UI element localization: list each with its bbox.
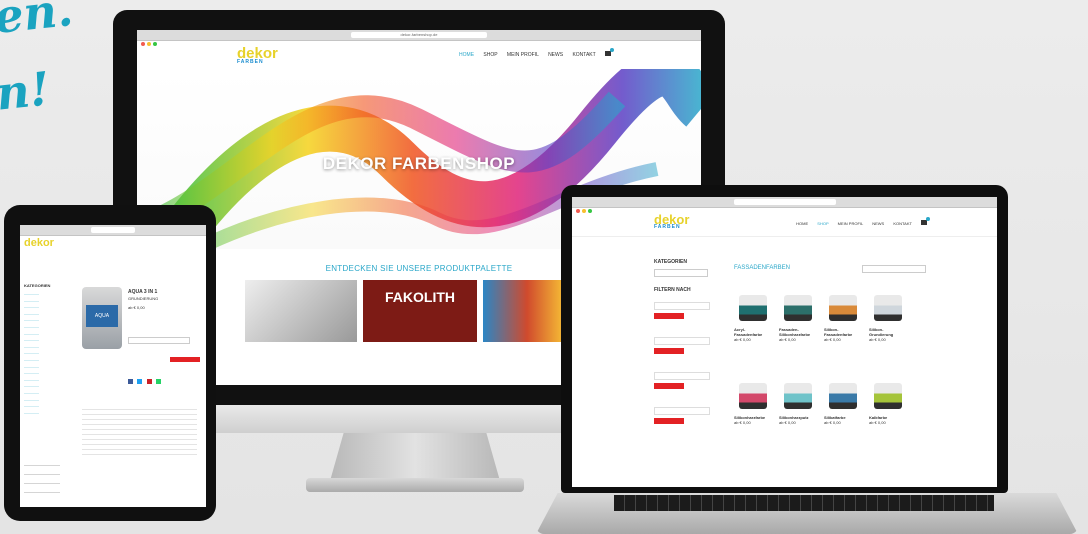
product-price: ab € 0,00 (128, 305, 145, 310)
add-to-cart-button[interactable] (170, 357, 200, 362)
product-price: ab € 0,00 (779, 420, 796, 425)
filter-input-1[interactable] (654, 302, 710, 310)
main-nav: HOME SHOP MEIN PROFIL NEWS KONTAKT (451, 48, 614, 58)
site-logo[interactable]: dekor FARBEN (654, 212, 689, 230)
site-logo[interactable]: dekor FARBEN (237, 45, 278, 65)
decorative-script-line-1: en. (0, 0, 76, 44)
product-card[interactable]: Silikonharzfarbe ab € 0,00 (734, 383, 772, 453)
product-price: ab € 0,00 (779, 337, 796, 342)
sort-select[interactable] (862, 265, 926, 273)
cart-icon[interactable] (921, 217, 930, 225)
product-price: ab € 0,00 (869, 337, 886, 342)
page-title: FASSADENFARBEN (734, 265, 791, 271)
filter-input-4[interactable] (654, 407, 710, 415)
variant-select[interactable] (128, 337, 190, 344)
category-tile-fakolith[interactable]: FAKOLITH (363, 280, 477, 342)
product-image (829, 295, 857, 321)
product-price: ab € 0,00 (824, 337, 841, 342)
browser-toolbar (572, 197, 997, 213)
product-card[interactable]: Kalkfarbe ab € 0,00 (869, 383, 907, 453)
filter-button-2[interactable] (654, 348, 684, 354)
product-image (829, 383, 857, 409)
laptop-lid: dekor FARBEN HOME SHOP MEIN PROFIL NEWS K… (561, 185, 1008, 493)
product-name: Silikon-Grundierung (869, 327, 894, 337)
twitter-icon[interactable] (137, 379, 143, 384)
cart-icon[interactable] (605, 48, 614, 56)
share-icons (128, 371, 162, 389)
monitor-stand (330, 433, 500, 481)
product-price: ab € 0,00 (869, 420, 886, 425)
product-card[interactable]: Silikatfarbe ab € 0,00 (824, 383, 862, 453)
product-card[interactable]: Acryl-Fassadenfarbe ab € 0,00 (734, 295, 772, 365)
nav-profile[interactable]: MEIN PROFIL (838, 221, 863, 226)
category-list[interactable]: ――――― ――――― ――――― ――――― ――――― ――――― ――――― ―――――… (24, 291, 62, 416)
nav-profile[interactable]: MEIN PROFIL (507, 52, 539, 58)
product-description (82, 405, 197, 455)
product-image: AQUA (82, 287, 122, 349)
categories-heading: KATEGORIEN (24, 283, 51, 288)
product-price: ab € 0,00 (734, 337, 751, 342)
laptop-keyboard (614, 495, 994, 511)
product-image (874, 295, 902, 321)
product-image (739, 383, 767, 409)
product-card[interactable]: Silikonharzputz ab € 0,00 (779, 383, 817, 453)
browser-toolbar: dekor-farbenshop.de (137, 30, 701, 46)
nav-home[interactable]: HOME (796, 221, 808, 226)
browser-toolbar (20, 225, 206, 236)
tablet-screen: dekor KATEGORIEN ――――― ――――― ――――― ――――― ―――… (20, 225, 206, 507)
product-price: ab € 0,00 (824, 420, 841, 425)
product-card[interactable]: Fassaden-Silikonharzfarbe ab € 0,00 (779, 295, 817, 365)
product-subtitle: GRUNDIERUNG (128, 296, 159, 301)
address-bar[interactable] (90, 227, 136, 233)
related-products (24, 457, 60, 497)
address-bar[interactable] (733, 199, 836, 205)
nav-home[interactable]: HOME (459, 52, 474, 58)
product-card[interactable]: Silikon-Grundierung ab € 0,00 (869, 295, 907, 365)
nav-news[interactable]: NEWS (548, 52, 563, 58)
address-bar[interactable]: dekor-farbenshop.de (351, 32, 487, 38)
category-tile-brushes[interactable] (245, 280, 357, 342)
filter-button-3[interactable] (654, 383, 684, 389)
main-nav: HOME SHOP MEIN PROFIL NEWS KONTAKT (788, 217, 930, 226)
site-header: dekor FARBEN HOME SHOP MEIN PROFIL NEWS K… (137, 41, 701, 70)
product-image (874, 383, 902, 409)
nav-contact[interactable]: KONTAKT (572, 52, 595, 58)
category-select[interactable] (654, 269, 708, 277)
site-logo[interactable]: dekor (24, 237, 54, 249)
nav-shop[interactable]: SHOP (483, 52, 497, 58)
product-title: AQUA 3 IN 1 (128, 289, 158, 295)
hero-title: DEKOR FARBENSHOP (322, 154, 516, 173)
categories-heading: KATEGORIEN (654, 259, 687, 265)
logo-text: dekor (24, 237, 54, 249)
product-image (784, 295, 812, 321)
product-price: ab € 0,00 (734, 420, 751, 425)
filter-button-4[interactable] (654, 418, 684, 424)
product-image (739, 295, 767, 321)
monitor-base (306, 478, 524, 492)
product-name: Fassaden-Silikonharzfarbe (779, 327, 811, 337)
nav-shop[interactable]: SHOP (817, 221, 828, 226)
decorative-script-line-2: n! (0, 61, 53, 121)
site-header: dekor FARBEN HOME SHOP MEIN PROFIL NEWS K… (572, 208, 997, 237)
filter-heading: FILTERN NACH (654, 287, 691, 293)
product-name: Acryl-Fassadenfarbe (734, 327, 763, 337)
laptop-screen: dekor FARBEN HOME SHOP MEIN PROFIL NEWS K… (572, 197, 997, 487)
product-name: Silikon-Fassadenfarbe (824, 327, 853, 337)
product-label: AQUA (86, 305, 118, 327)
nav-contact[interactable]: KONTAKT (893, 221, 912, 226)
filter-button-1[interactable] (654, 313, 684, 319)
whatsapp-icon[interactable] (156, 379, 162, 384)
nav-news[interactable]: NEWS (872, 221, 884, 226)
tablet: dekor KATEGORIEN ――――― ――――― ――――― ――――― ―――… (4, 205, 216, 521)
facebook-icon[interactable] (128, 379, 133, 384)
pinterest-icon[interactable] (146, 379, 152, 384)
product-card[interactable]: Silikon-Fassadenfarbe ab € 0,00 (824, 295, 862, 365)
filter-input-2[interactable] (654, 337, 710, 345)
filter-input-3[interactable] (654, 372, 710, 380)
product-image (784, 383, 812, 409)
